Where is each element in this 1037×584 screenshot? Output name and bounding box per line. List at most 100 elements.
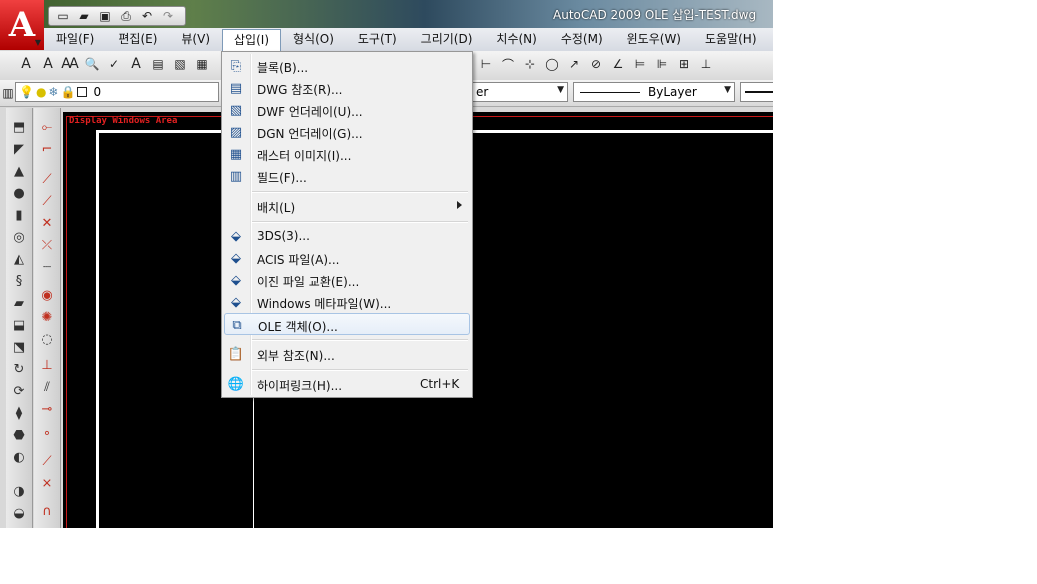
menu-item-dgn-underlay[interactable]: ▨ DGN 언더레이(G)... (224, 121, 470, 143)
menu-insert[interactable]: 삽입(I) (222, 29, 281, 51)
multiline-text-icon[interactable]: A (16, 54, 36, 74)
dim-space-icon[interactable]: ⊞ (674, 54, 694, 74)
dim-angular-icon[interactable]: ∠ (608, 54, 628, 74)
dim-radius-icon[interactable]: ◯ (542, 54, 562, 74)
wedge-icon[interactable]: ◤ (9, 140, 29, 158)
ole-object-icon: ⧉ (232, 317, 242, 333)
layer-dropdown[interactable]: 💡 ● ❄ 🔒 0 (15, 82, 219, 102)
polyline-icon[interactable]: ⟋ (37, 170, 57, 188)
justify-text-icon[interactable]: ▧ (170, 54, 190, 74)
dgn-underlay-icon: ▨ (229, 124, 243, 140)
menu-item-layout[interactable]: 배치(L) (224, 195, 470, 217)
menu-file[interactable]: 파일(F) (44, 29, 106, 50)
lineweight-line-icon (745, 91, 773, 93)
menu-item-field[interactable]: ▥ 필드(F)... (224, 165, 470, 187)
pyramid-icon[interactable]: ◭ (9, 250, 29, 268)
application-menu-button[interactable]: A ▼ (0, 0, 44, 50)
redo-icon[interactable]: ↷ (159, 9, 177, 23)
insert-block-icon[interactable]: ⊸ (37, 400, 57, 418)
rectangle-icon[interactable]: ✕ (37, 214, 57, 232)
quick-dim-icon[interactable]: ⊨ (630, 54, 650, 74)
menu-item-dwg-reference[interactable]: ▤ DWG 참조(R)... (224, 77, 470, 99)
revcloud-icon[interactable]: ✺ (37, 308, 57, 326)
make-block-icon[interactable]: ∘ (37, 424, 57, 442)
dim-jogged-icon[interactable]: ↗ (564, 54, 584, 74)
dim-ordinate-icon[interactable]: ⊹ (520, 54, 540, 74)
extrude-icon[interactable]: ⬓ (9, 316, 29, 334)
construction-line-icon[interactable]: ⌐ (37, 140, 57, 158)
slice-icon[interactable]: ◒ (9, 504, 29, 522)
menu-draw[interactable]: 그리기(D) (409, 29, 485, 50)
menu-item-acis-file[interactable]: ⬙ ACIS 파일(A)... (224, 247, 470, 269)
chevron-down-icon: ▼ (724, 85, 731, 95)
linetype-dropdown[interactable]: ByLayer ▼ (573, 82, 735, 102)
menu-tools[interactable]: 도구(T) (346, 29, 409, 50)
hatch-icon[interactable]: ⨯ (37, 474, 57, 492)
spelling-icon[interactable]: ✓ (104, 54, 124, 74)
display-area-label: Display Windows Area (69, 116, 178, 126)
helix-icon[interactable]: § (9, 272, 29, 290)
find-replace-icon[interactable]: 🔍 (82, 54, 102, 74)
dim-diameter-icon[interactable]: ⊘ (586, 54, 606, 74)
menu-format[interactable]: 형식(O) (281, 29, 346, 50)
menu-item-windows-metafile[interactable]: ⬙ Windows 메타파일(W)... (224, 291, 470, 313)
menu-item-3ds[interactable]: ⬙ 3DS(3)... (224, 225, 470, 247)
region-icon[interactable]: ∩ (37, 502, 57, 520)
linetype-combo-value: ByLayer (648, 85, 697, 99)
text-style-icon[interactable]: A (126, 54, 146, 74)
menu-item-external-reference[interactable]: 📋 외부 참조(N)... (224, 343, 470, 365)
sweep-icon[interactable]: ↻ (9, 360, 29, 378)
menu-view[interactable]: 뷰(V) (169, 29, 222, 50)
polygon-icon[interactable]: ⟋ (37, 192, 57, 210)
new-file-icon[interactable]: ▭ (54, 9, 72, 23)
planar-surface-icon[interactable]: ▰ (9, 294, 29, 312)
dim-continue-icon[interactable]: ⊫ (652, 54, 672, 74)
dashed-line-icon[interactable]: ┈ (37, 258, 57, 276)
menu-item-raster-image[interactable]: ▦ 래스터 이미지(I)... (224, 143, 470, 165)
menu-item-ole-object[interactable]: ⧉ OLE 객체(O)... (224, 313, 470, 335)
dim-break-icon[interactable]: ⊥ (696, 54, 716, 74)
ellipse-arc-icon[interactable]: ⫽ (37, 378, 57, 396)
menu-help[interactable]: 도움말(H) (693, 29, 769, 50)
menu-edit[interactable]: 편집(E) (106, 29, 169, 50)
menu-item-binary-exchange[interactable]: ⬙ 이진 파일 교환(E)... (224, 269, 470, 291)
line-icon[interactable]: ⟜ (37, 118, 57, 136)
dim-arc-icon[interactable]: ⌒ (498, 54, 518, 74)
edit-text-icon[interactable]: Ꜳ (60, 54, 80, 74)
dim-baseline-icon[interactable]: ⊢ (476, 54, 496, 74)
menu-item-hyperlink[interactable]: 🌐 하이퍼링크(H)... Ctrl+K (224, 373, 470, 395)
open-folder-icon[interactable]: ▰ (75, 9, 93, 23)
torus-icon[interactable]: ◎ (9, 228, 29, 246)
lineweight-dropdown[interactable] (740, 82, 773, 102)
spline-icon[interactable]: ◌ (37, 330, 57, 348)
presspull-icon[interactable]: ⬔ (9, 338, 29, 356)
convert-space-icon[interactable]: ▦ (192, 54, 212, 74)
single-line-text-icon[interactable]: A (38, 54, 58, 74)
menu-item-dwf-underlay[interactable]: ▧ DWF 언더레이(U)... (224, 99, 470, 121)
freeze-icon: ❄ (48, 85, 59, 99)
union-icon[interactable]: ⬣ (9, 426, 29, 444)
menu-item-block[interactable]: ⎘ 블록(B)... (224, 55, 470, 77)
undo-icon[interactable]: ↶ (138, 9, 156, 23)
menu-window[interactable]: 윈도우(W) (615, 29, 693, 50)
binary-exchange-icon: ⬙ (231, 272, 241, 288)
menu-dimension[interactable]: 치수(N) (484, 29, 548, 50)
box-icon[interactable]: ⬒ (9, 118, 29, 136)
sphere-icon[interactable]: ● (9, 184, 29, 202)
autocad-logo-icon: A (8, 5, 36, 45)
save-icon[interactable]: ▣ (96, 9, 114, 23)
print-icon[interactable]: ⎙ (117, 9, 135, 23)
cone-icon[interactable]: ▲ (9, 162, 29, 180)
cylinder-icon[interactable]: ▮ (9, 206, 29, 224)
menu-modify[interactable]: 수정(M) (549, 29, 615, 50)
circle-icon[interactable]: ◉ (37, 286, 57, 304)
intersect-icon[interactable]: ◑ (9, 482, 29, 500)
dwf-underlay-icon: ▧ (229, 102, 243, 118)
revolve-icon[interactable]: ⟳ (9, 382, 29, 400)
arc-icon[interactable]: ⤫ (37, 236, 57, 254)
scale-text-icon[interactable]: ▤ (148, 54, 168, 74)
ellipse-icon[interactable]: ⊥ (37, 356, 57, 374)
subtract-icon[interactable]: ◐ (9, 448, 29, 466)
point-icon[interactable]: ⟋ (37, 452, 57, 470)
loft-icon[interactable]: ⧫ (9, 404, 29, 422)
